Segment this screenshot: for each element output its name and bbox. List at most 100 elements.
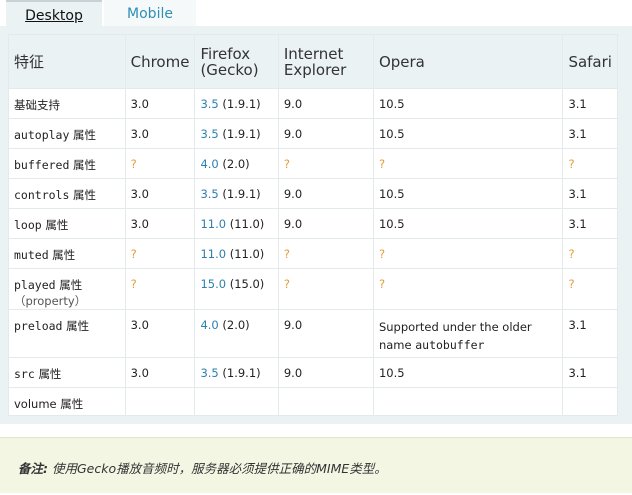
ie-cell [277,387,374,416]
note-body: 使用Gecko播放音频时，服务器必须提供正确的MIME类型。 [52,461,387,476]
table-row: loop 属性 3.0 11.0 (11.0) 9.0 10.5 3.1 [8,208,618,239]
ie-cell: ? [277,238,374,269]
feature-suffix: 属性 [73,158,97,172]
feature-cell: loop 属性 [8,208,126,239]
note-box: 备注: 使用Gecko播放音频时，服务器必须提供正确的MIME类型。 [0,437,632,493]
opera-cell: 10.5 [372,88,564,119]
chrome-cell-value: 3.0 [130,97,149,111]
ie-cell-value: ? [283,247,290,261]
ie-cell: 9.0 [277,178,374,209]
opera-note-name: name [378,338,412,352]
chrome-cell-value: ? [130,277,137,291]
ie-cell: 9.0 [277,88,374,119]
header-ie: Internet Explorer [277,34,374,89]
chrome-cell: 3.0 [124,178,196,209]
chrome-cell: ? [124,238,196,269]
feature-text: volume 属性 [14,397,84,411]
firefox-cell: 11.0 (11.0) [194,238,279,269]
gecko-version: (1.9.1) [222,97,261,111]
opera-cell: ? [372,268,564,310]
ie-cell: 9.0 [277,208,374,239]
table-row: 基础支持 3.0 3.5 (1.9.1) 9.0 10.5 3.1 [8,88,618,119]
opera-cell-value: ? [378,157,386,171]
header-firefox-line2: (Gecko) [200,60,259,79]
gecko-version: (1.9.1) [222,366,261,380]
ie-cell-value: 9.0 [283,127,303,141]
firefox-version-link[interactable]: 3.5 [200,127,218,141]
opera-cell: 10.5 [372,357,564,388]
ie-cell-value: 9.0 [283,217,303,231]
firefox-version-link[interactable]: 15.0 [200,277,226,291]
chrome-cell: 3.0 [124,118,196,149]
gecko-version: (1.9.1) [222,187,261,201]
safari-cell [562,387,618,416]
opera-cell: 10.5 [372,118,564,149]
feature-cell: volume 属性 [8,387,126,416]
header-firefox: Firefox (Gecko) [194,34,279,89]
feature-code: autoplay [14,128,70,142]
safari-cell: 3.1 [562,208,618,239]
firefox-version-link[interactable]: 3.5 [200,97,218,111]
ie-cell-value: 9.0 [283,366,303,380]
chrome-cell-value: 3.0 [130,187,149,201]
feature-code: src [14,367,35,381]
chrome-cell: ? [124,148,196,179]
feature-cell: controls 属性 [8,178,126,209]
ie-cell-value: ? [283,157,290,171]
firefox-version-link[interactable]: 3.5 [200,366,218,380]
chrome-cell-value: 3.0 [130,318,149,332]
firefox-cell: 3.5 (1.9.1) [194,118,279,149]
safari-cell: 3.1 [562,309,618,358]
ie-cell-value: 9.0 [283,97,303,111]
ie-cell: 9.0 [277,357,374,388]
firefox-version-link[interactable]: 4.0 [200,318,218,332]
safari-cell: 3.1 [562,357,618,388]
compat-table: 特征 Chrome Firefox (Gecko) Internet Explore… [8,34,618,416]
firefox-version-link[interactable]: 3.5 [200,187,218,201]
tab-mobile[interactable]: Mobile [104,0,196,26]
safari-cell-value: 3.1 [568,318,587,332]
header-chrome: Chrome [124,34,196,89]
chrome-cell: 3.0 [124,88,196,119]
note-text: 备注: 使用Gecko播放音频时，服务器必须提供正确的MIME类型。 [18,458,387,477]
firefox-version-link[interactable]: 11.0 [200,217,226,231]
safari-cell: 3.1 [562,88,618,119]
gecko-version: (2.0) [222,318,250,332]
header-row: 特征 Chrome Firefox (Gecko) Internet Explore… [8,34,618,89]
chrome-cell: 3.0 [124,208,196,239]
chrome-cell-value: ? [130,157,137,171]
feature-code: controls [14,188,70,202]
chrome-cell: 3.0 [124,357,196,388]
opera-cell-value: 10.5 [378,127,405,141]
safari-cell: ? [562,148,618,179]
feature-suffix: 属性 [73,128,97,142]
safari-cell: 3.1 [562,178,618,209]
safari-cell-value: 3.1 [568,217,587,231]
feature-cell: autoplay 属性 [8,118,126,149]
opera-note: Supported under the older [378,320,532,334]
opera-cell-value: ? [378,247,386,261]
firefox-cell: 3.5 (1.9.1) [194,88,279,119]
safari-cell: 3.1 [562,118,618,149]
firefox-cell: 15.0 (15.0) [194,268,279,310]
note-label: 备注: [18,461,48,476]
chrome-cell-value: 3.0 [130,366,149,380]
firefox-cell: 4.0 (2.0) [194,148,279,179]
opera-cell: Supported under the older name autobuffer [372,309,564,358]
table-row: preload 属性 3.0 4.0 (2.0) 9.0 Supported under… [8,309,618,358]
ie-cell-value: 9.0 [283,187,303,201]
firefox-cell: 3.5 (1.9.1) [194,178,279,209]
chrome-cell-value: ? [130,247,137,261]
safari-cell: ? [562,268,618,310]
feature-cell: preload 属性 [8,309,126,358]
firefox-version-link[interactable]: 4.0 [200,157,218,171]
safari-cell-value: 3.1 [568,127,587,141]
compat-panel: 特征 Chrome Firefox (Gecko) Internet Explore… [0,26,632,424]
tab-bar: Desktop Mobile [0,0,632,26]
safari-cell-value: ? [568,157,575,171]
opera-cell: 10.5 [372,208,564,239]
tab-desktop[interactable]: Desktop [6,0,102,26]
firefox-version-link[interactable]: 11.0 [200,247,226,261]
ie-cell-value: ? [283,277,290,291]
chrome-cell [124,387,196,416]
